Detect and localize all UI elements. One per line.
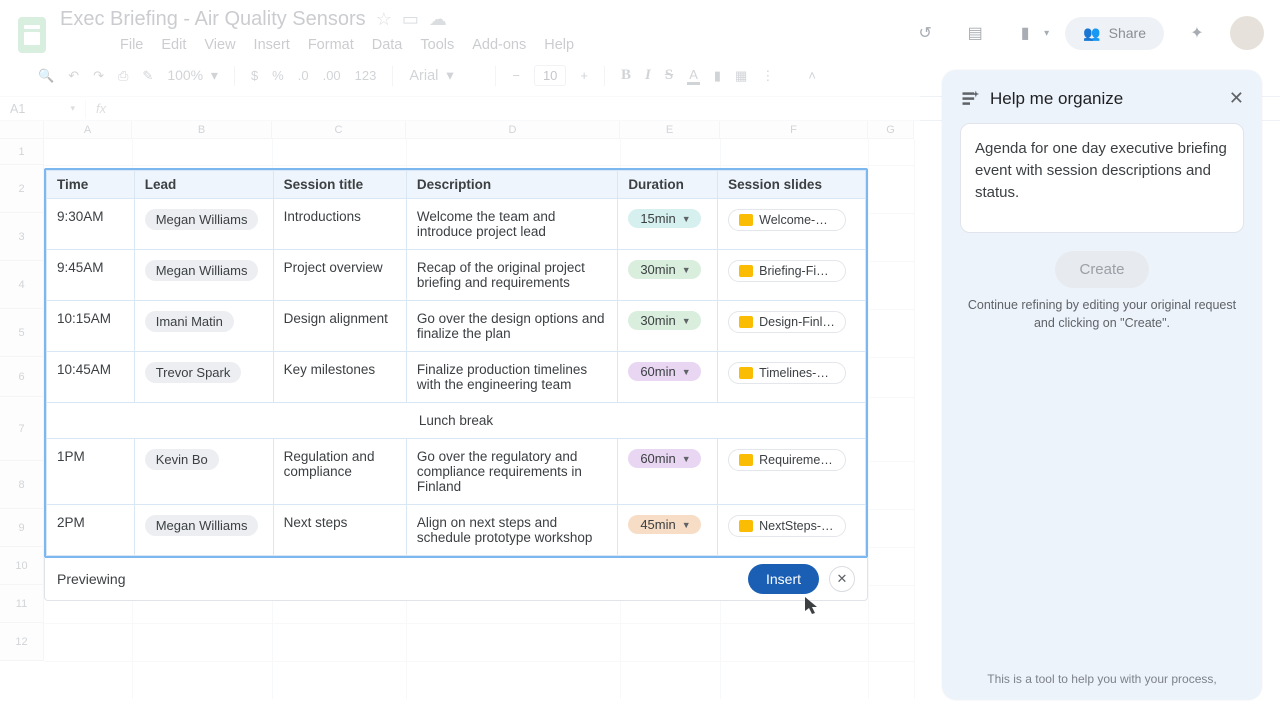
lead-chip[interactable]: Megan Williams	[145, 260, 259, 281]
table-row: 10:15AM Imani Matin Design alignmentGo ove…	[47, 301, 866, 352]
table-header: Session slides	[718, 171, 866, 199]
cell-time: 2PM	[47, 505, 135, 556]
table-header: Time	[47, 171, 135, 199]
cell-description: Align on next steps and schedule prototy…	[406, 505, 617, 556]
sparkle-icon[interactable]: ✦	[1180, 16, 1214, 50]
cell-title: Regulation and compliance	[273, 439, 406, 505]
slides-chip[interactable]: Briefing-Finland...	[728, 260, 846, 282]
slides-chip[interactable]: NextSteps-Finlan...	[728, 515, 846, 537]
table-header: Session title	[273, 171, 406, 199]
slides-icon	[739, 520, 753, 532]
preview-action-bar: Previewing Insert ✕	[44, 558, 868, 601]
slides-chip[interactable]: Requirements-Fi...	[728, 449, 846, 471]
account-avatar[interactable]	[1230, 16, 1264, 50]
organize-sparkle-icon	[960, 89, 980, 109]
dismiss-preview-button[interactable]: ✕	[829, 566, 855, 592]
insert-button[interactable]: Insert	[748, 564, 819, 594]
share-label: Share	[1109, 25, 1146, 41]
table-row: 9:30AMMegan WilliamsIntroductionsWelcome…	[47, 199, 866, 250]
meet-icon[interactable]: ▮	[1008, 16, 1042, 50]
duration-chip[interactable]: 30min▼	[628, 260, 700, 279]
mouse-cursor-icon	[804, 596, 820, 616]
preview-label: Previewing	[57, 571, 125, 587]
chevron-down-icon: ▼	[682, 316, 691, 326]
lead-chip[interactable]: Megan Williams	[145, 209, 259, 230]
ai-preview-table: TimeLeadSession titleDescriptionDuration…	[44, 168, 868, 558]
cell-title: Introductions	[273, 199, 406, 250]
sidepanel-title: Help me organize	[990, 89, 1123, 109]
table-header: Description	[406, 171, 617, 199]
lead-chip[interactable]: Trevor Spark	[145, 362, 242, 383]
cell-title: Project overview	[273, 250, 406, 301]
cell-description: Recap of the original project briefing a…	[406, 250, 617, 301]
meet-dropdown-caret-icon[interactable]: ▾	[1044, 28, 1049, 39]
table-row: 9:45AM Megan Williams Project overviewReca…	[47, 250, 866, 301]
cell-title: Key milestones	[273, 352, 406, 403]
cell-time: 9:45AM	[47, 250, 135, 301]
close-sidepanel-button[interactable]: ✕	[1229, 88, 1244, 109]
duration-chip[interactable]: 60min▼	[628, 362, 700, 381]
table-row: Lunch break	[47, 403, 866, 439]
slides-chip[interactable]: Timelines-Finlan...	[728, 362, 846, 384]
cell-time: 9:30AM	[47, 199, 135, 250]
cell-title: Design alignment	[273, 301, 406, 352]
cell-title: Next steps	[273, 505, 406, 556]
share-icon: 👥	[1083, 25, 1100, 42]
slides-chip[interactable]: Welcome-Finlan...	[728, 209, 846, 231]
duration-chip[interactable]: 45min▼	[628, 515, 700, 534]
chevron-down-icon: ▼	[682, 214, 691, 224]
cell-time: 10:15AM	[47, 301, 135, 352]
slides-icon	[739, 367, 753, 379]
table-row: 2PM Megan Williams Next stepsAlign on next…	[47, 505, 866, 556]
table-row: 10:45AM Trevor Spark Key milestonesFinaliz…	[47, 352, 866, 403]
duration-chip[interactable]: 60min▼	[628, 449, 700, 468]
chevron-down-icon: ▼	[682, 520, 691, 530]
slides-chip[interactable]: Design-FinlandC...	[728, 311, 846, 333]
slides-icon	[739, 214, 753, 226]
chevron-down-icon: ▼	[682, 367, 691, 377]
cell-time: 1PM	[47, 439, 135, 505]
slides-icon	[739, 265, 753, 277]
sidepanel-footer-disclaimer: This is a tool to help you with your pro…	[960, 671, 1244, 688]
lead-chip[interactable]: Kevin Bo	[145, 449, 219, 470]
create-button[interactable]: Create	[1055, 251, 1148, 288]
cell-description: Go over the design options and finalize …	[406, 301, 617, 352]
share-button[interactable]: 👥 Share	[1065, 17, 1164, 50]
help-me-organize-panel: Help me organize ✕ Agenda for one day ex…	[942, 70, 1262, 700]
slides-icon	[739, 316, 753, 328]
sidepanel-hint: Continue refining by editing your origin…	[960, 296, 1244, 332]
table-header: Lead	[134, 171, 273, 199]
comments-icon[interactable]: ▤	[958, 16, 992, 50]
duration-chip[interactable]: 30min▼	[628, 311, 700, 330]
table-row: 1PM Kevin Bo Regulation and complianceGo o…	[47, 439, 866, 505]
lead-chip[interactable]: Megan Williams	[145, 515, 259, 536]
chevron-down-icon: ▼	[682, 265, 691, 275]
organize-prompt-input[interactable]: Agenda for one day executive briefing ev…	[960, 123, 1244, 233]
lead-chip[interactable]: Imani Matin	[145, 311, 234, 332]
chevron-down-icon: ▼	[682, 454, 691, 464]
cell-description: Finalize production timelines with the e…	[406, 352, 617, 403]
cell-description: Go over the regulatory and compliance re…	[406, 439, 617, 505]
duration-chip[interactable]: 15min▼	[628, 209, 700, 228]
cell-description: Welcome the team and introduce project l…	[406, 199, 617, 250]
cell-time: 10:45AM	[47, 352, 135, 403]
slides-icon	[739, 454, 753, 466]
table-header: Duration	[618, 171, 718, 199]
